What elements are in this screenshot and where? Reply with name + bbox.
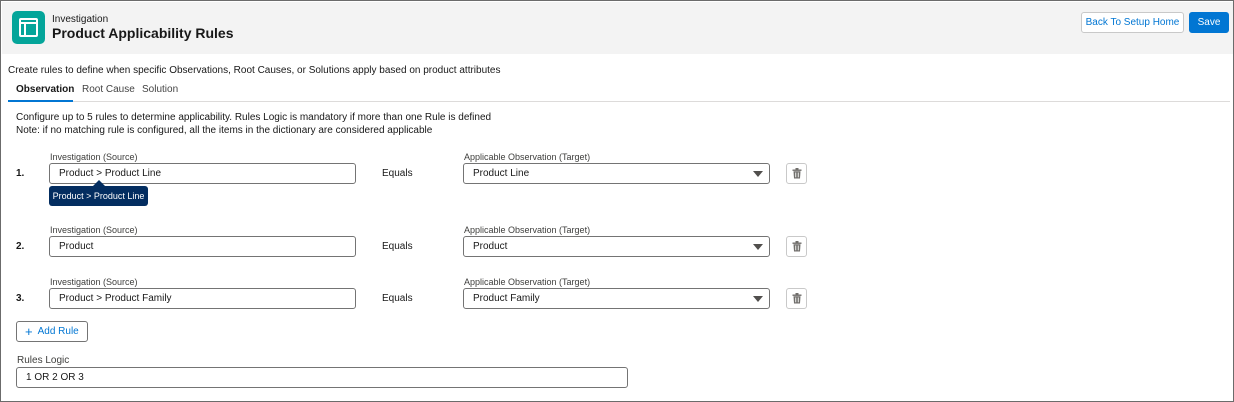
- trash-icon: [792, 293, 801, 304]
- operator-label: Equals: [382, 241, 413, 252]
- chevron-down-icon: [753, 171, 763, 177]
- intro-text: Create rules to define when specific Obs…: [8, 65, 501, 76]
- source-input[interactable]: Product: [49, 236, 356, 257]
- tab-bar: Observation Root Cause Solution: [8, 81, 1230, 102]
- table-layout-icon: [12, 11, 45, 44]
- source-tooltip: Product > Product Line: [49, 186, 148, 206]
- add-rule-label: Add Rule: [37, 326, 79, 337]
- operator-label: Equals: [382, 293, 413, 304]
- trash-icon: [792, 168, 801, 179]
- rule-number: 1.: [16, 168, 25, 179]
- page-frame: Investigation Product Applicability Rule…: [0, 0, 1234, 402]
- target-label: Applicable Observation (Target): [464, 152, 591, 162]
- active-tab-indicator: [8, 100, 73, 102]
- source-input[interactable]: Product > Product Family: [49, 288, 356, 309]
- source-label: Investigation (Source): [50, 277, 138, 287]
- plus-icon: +: [25, 324, 33, 339]
- target-select[interactable]: Product Family: [463, 288, 770, 309]
- app-name: Investigation: [52, 14, 109, 25]
- tab-solution[interactable]: Solution: [142, 84, 178, 95]
- tab-observation[interactable]: Observation: [16, 84, 74, 95]
- source-label: Investigation (Source): [50, 152, 138, 162]
- target-select-value: Product Family: [473, 293, 540, 304]
- target-label: Applicable Observation (Target): [464, 277, 591, 287]
- note-line-2: Note: if no matching rule is configured,…: [16, 125, 433, 136]
- add-rule-button[interactable]: + Add Rule: [16, 321, 88, 342]
- target-select-value: Product: [473, 241, 508, 252]
- source-label: Investigation (Source): [50, 225, 138, 235]
- page-title: Product Applicability Rules: [52, 25, 234, 41]
- delete-rule-button[interactable]: [786, 288, 807, 309]
- delete-rule-button[interactable]: [786, 236, 807, 257]
- save-button[interactable]: Save: [1189, 12, 1229, 33]
- page-header: Investigation Product Applicability Rule…: [2, 2, 1233, 54]
- back-to-setup-home-button[interactable]: Back To Setup Home: [1081, 12, 1184, 33]
- chevron-down-icon: [753, 244, 763, 250]
- chevron-down-icon: [753, 296, 763, 302]
- target-select-value: Product Line: [473, 168, 530, 179]
- target-label: Applicable Observation (Target): [464, 225, 591, 235]
- delete-rule-button[interactable]: [786, 163, 807, 184]
- rule-number: 3.: [16, 293, 25, 304]
- operator-label: Equals: [382, 168, 413, 179]
- target-select[interactable]: Product Line: [463, 163, 770, 184]
- target-select[interactable]: Product: [463, 236, 770, 257]
- note-line-1: Configure up to 5 rules to determine app…: [16, 112, 492, 123]
- tab-root-cause[interactable]: Root Cause: [82, 84, 135, 95]
- rules-logic-label: Rules Logic: [17, 355, 70, 366]
- trash-icon: [792, 241, 801, 252]
- rules-logic-input[interactable]: 1 OR 2 OR 3: [16, 367, 628, 388]
- rule-number: 2.: [16, 241, 25, 252]
